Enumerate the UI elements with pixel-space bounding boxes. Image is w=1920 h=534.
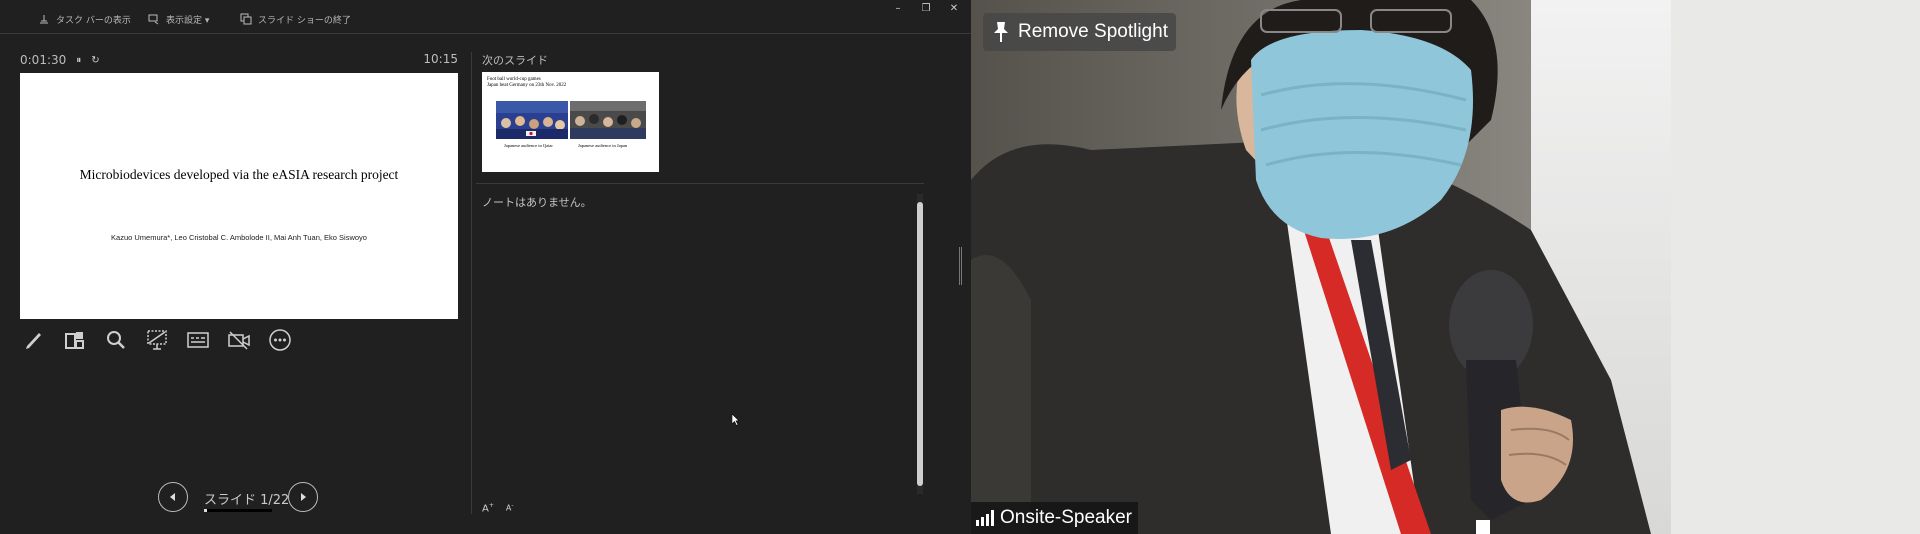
all-slides-icon xyxy=(65,332,84,349)
timer-row: 0:01:30 ⏸ ↻ 10:15 xyxy=(20,52,458,68)
display-settings-label: 表示設定 ▾ xyxy=(166,15,210,26)
remove-spotlight-button[interactable]: Remove Spotlight xyxy=(983,13,1176,51)
slide-title: Microbiodevices developed via the eASIA … xyxy=(79,167,399,182)
camera-off-icon xyxy=(228,331,250,350)
signal-strength-icon xyxy=(976,510,994,526)
pin-icon xyxy=(994,22,1008,42)
speaker-name: Onsite-Speaker xyxy=(1000,507,1133,528)
qatar-photo-caption: Japanese audience in Qatar xyxy=(504,143,553,148)
pane-divider xyxy=(471,52,472,514)
scroll-thumb[interactable] xyxy=(917,202,923,486)
close-icon[interactable]: ✕ xyxy=(947,1,961,15)
pause-timer-icon[interactable]: ⏸ xyxy=(76,55,81,66)
display-settings-button[interactable]: 表示設定 ▾ xyxy=(148,12,209,26)
slide-authors: Kazuo Umemura*, Leo Cristobal C. Ambolod… xyxy=(111,233,367,242)
subtitles-button[interactable] xyxy=(184,326,212,354)
slide-progress-fill xyxy=(204,509,208,512)
japan-audience-photo xyxy=(570,101,646,139)
qatar-audience-photo xyxy=(496,101,568,139)
end-slideshow-icon xyxy=(240,13,252,25)
pen-icon xyxy=(26,333,41,349)
pane-splitter-handle[interactable] xyxy=(959,247,962,285)
camera-toggle-button[interactable] xyxy=(225,326,253,354)
next-slide-label: 次のスライド xyxy=(482,54,548,67)
pen-tool-button[interactable] xyxy=(20,326,48,354)
slide-navigation: スライド 1/22 xyxy=(158,482,320,514)
more-options-icon xyxy=(269,329,291,351)
slide-counter: スライド 1/22 xyxy=(204,493,290,508)
speaker-name-tag: Onsite-Speaker xyxy=(971,502,1139,534)
notes-font-size-controls: A+ A- xyxy=(482,502,514,514)
next-slide-caption: Foot ball world-cup games Japan beat Ger… xyxy=(487,77,607,89)
next-slide-preview[interactable]: Foot ball world-cup games Japan beat Ger… xyxy=(482,72,659,172)
end-slideshow-button[interactable]: スライド ショーの終了 xyxy=(240,12,351,26)
zoom-button[interactable] xyxy=(102,326,130,354)
show-taskbar-label: タスク バーの表示 xyxy=(56,15,131,26)
remove-spotlight-label: Remove Spotlight xyxy=(1018,21,1168,42)
restore-icon[interactable]: ❐ xyxy=(919,1,933,15)
next-slide-button[interactable] xyxy=(288,482,318,512)
reset-timer-icon[interactable]: ↻ xyxy=(91,55,99,66)
current-slide-preview[interactable]: Microbiodevices developed via the eASIA … xyxy=(20,73,458,319)
chevron-right-icon xyxy=(301,493,306,501)
notes-separator xyxy=(476,183,924,184)
end-slideshow-label: スライド ショーの終了 xyxy=(258,15,351,26)
window-controls: – ❐ ✕ xyxy=(891,1,961,15)
chevron-left-icon xyxy=(170,493,175,501)
screen: タスク バーの表示 表示設定 ▾ スライド ショーの終了 – ❐ ✕ 0:01:… xyxy=(0,0,1920,534)
presenter-toolbar: タスク バーの表示 表示設定 ▾ スライド ショーの終了 – ❐ ✕ xyxy=(0,0,971,34)
speaker-video-feed[interactable]: Remove Spotlight Onsite-Speaker xyxy=(971,0,1920,534)
slide-progress-bar xyxy=(204,509,272,512)
decrease-font-button[interactable]: A- xyxy=(506,502,514,514)
current-clock: 10:15 xyxy=(423,52,458,66)
display-settings-icon xyxy=(148,14,159,25)
increase-font-button[interactable]: A+ xyxy=(482,502,494,514)
presenter-view: タスク バーの表示 表示設定 ▾ スライド ショーの終了 – ❐ ✕ 0:01:… xyxy=(0,0,971,534)
zoom-icon xyxy=(107,331,125,349)
taskbar-icon xyxy=(40,15,48,24)
show-taskbar-button[interactable]: タスク バーの表示 xyxy=(38,12,131,26)
increase-font-label: A xyxy=(482,503,489,515)
see-all-slides-button[interactable] xyxy=(61,326,89,354)
speaker-notes[interactable]: ノートはありません。 xyxy=(482,194,592,210)
minimize-icon[interactable]: – xyxy=(891,1,905,15)
elapsed-time: 0:01:30 xyxy=(20,53,67,67)
notes-scrollbar[interactable] xyxy=(916,194,924,494)
japan-photo-caption: Japanese audience in Japan xyxy=(578,143,628,148)
presenter-tools xyxy=(20,326,294,354)
mouse-cursor-icon xyxy=(732,414,740,426)
speaker-video-frame xyxy=(971,0,1920,534)
subtitles-icon xyxy=(187,332,209,348)
previous-slide-button[interactable] xyxy=(158,482,188,512)
next-slide-caption-line2: Japan beat Germany on 23th Nov. 2022 xyxy=(487,83,567,88)
more-options-button[interactable] xyxy=(266,326,294,354)
black-screen-icon xyxy=(147,330,167,350)
black-screen-button[interactable] xyxy=(143,326,171,354)
